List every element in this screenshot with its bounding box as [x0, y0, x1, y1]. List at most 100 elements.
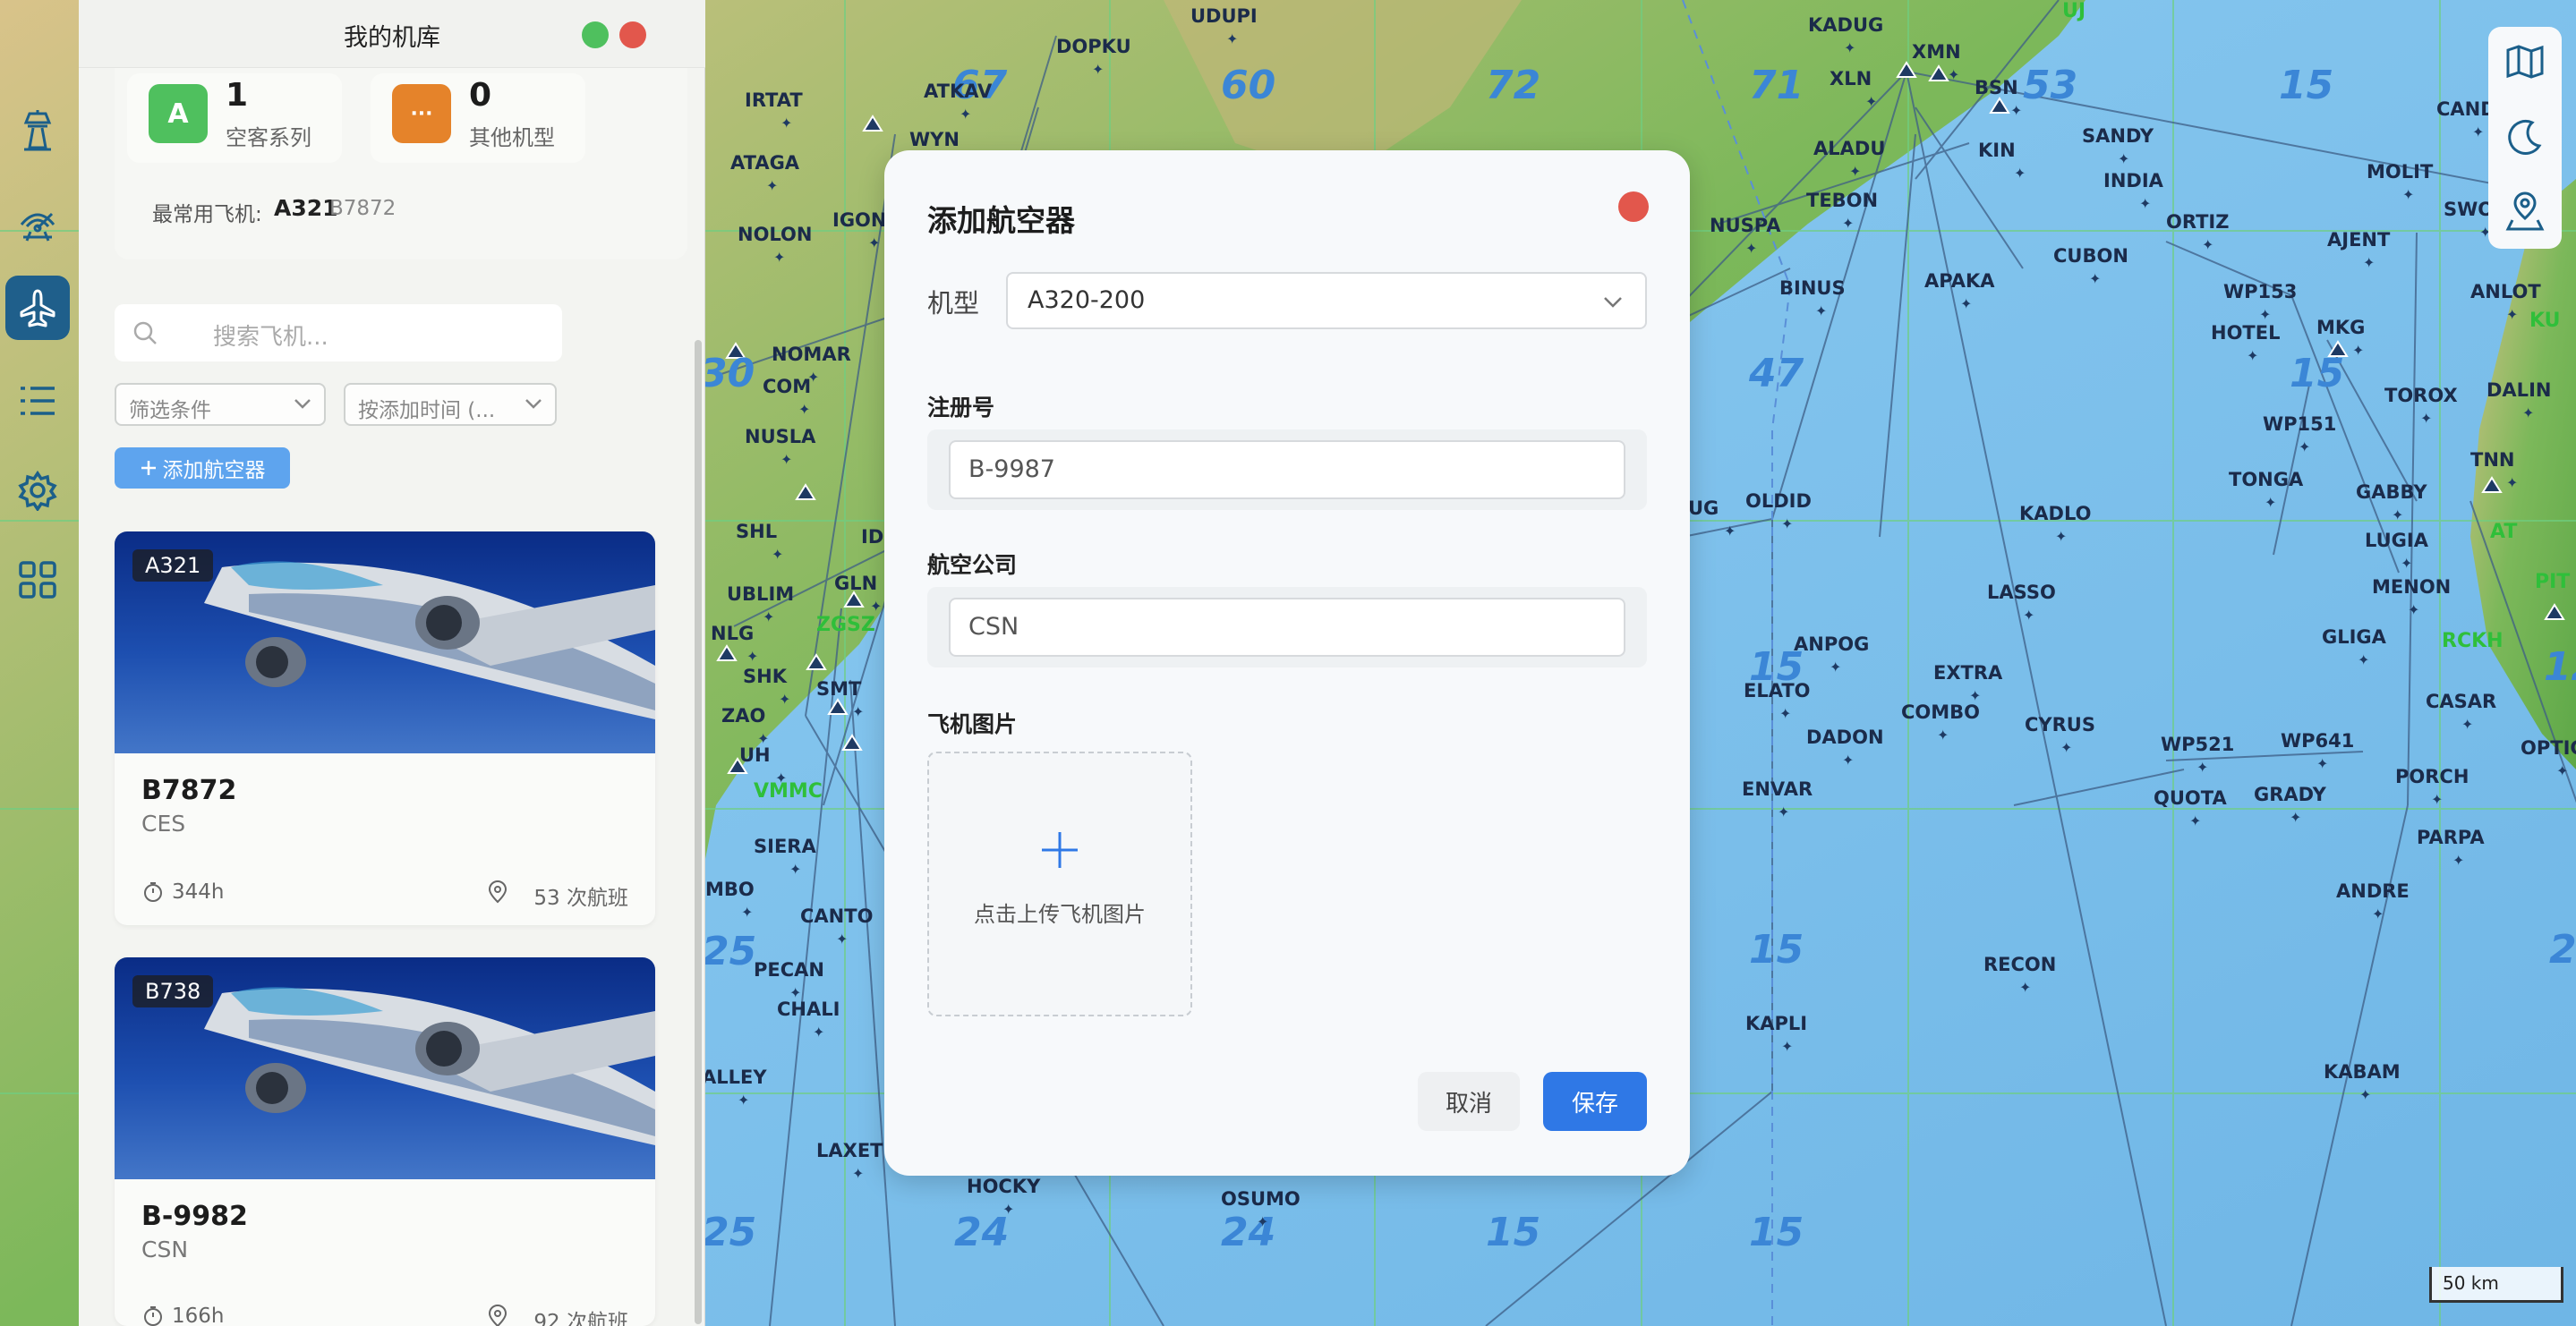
- map-waypoint-label: GRADY: [2254, 784, 2326, 805]
- search-placeholder: 搜索飞机...: [213, 324, 328, 351]
- aircraft-type-value: A320-200: [1028, 286, 1146, 314]
- aircraft-type-tag: B738: [132, 975, 214, 1007]
- waypoint-marker-icon: ✦: [2352, 342, 2365, 359]
- sort-select[interactable]: 按添加时间 (...: [344, 383, 557, 426]
- night-mode-button[interactable]: [2499, 111, 2551, 163]
- map-grid-mora: 71: [1749, 63, 1804, 108]
- airline-input[interactable]: CSN: [949, 598, 1625, 657]
- map-waypoint-label: MBO: [705, 879, 755, 900]
- map-waypoint-label: AJENT: [2327, 229, 2391, 251]
- map-waypoint-label: DADON: [1806, 727, 1884, 748]
- locate-button[interactable]: [2499, 186, 2551, 238]
- panel-scrollbar[interactable]: [695, 340, 702, 1324]
- waypoint-marker-icon: ✦: [741, 904, 754, 921]
- map-waypoint-label: ANPOG: [1794, 633, 1870, 655]
- map-waypoint-label: NLG: [711, 623, 755, 644]
- panel-close-button[interactable]: [619, 21, 646, 48]
- waypoint-marker-icon: ✦: [2522, 404, 2535, 421]
- map-waypoint-label: PORCH: [2395, 766, 2469, 787]
- stat-label: 其他机型: [469, 125, 555, 150]
- location-pin-icon: [488, 880, 508, 904]
- waypoint-marker-icon: ✦: [852, 703, 865, 720]
- waypoint-marker-icon: ✦: [2461, 716, 2474, 733]
- waypoint-marker-icon: ✦: [766, 177, 779, 194]
- map-grid-mora: 72: [1486, 63, 1541, 108]
- nav-aircraft-button[interactable]: [5, 276, 70, 340]
- flight-count: 92 次航班: [533, 1311, 628, 1326]
- nav-radar-button[interactable]: [5, 190, 70, 254]
- map-icon: [2506, 45, 2544, 79]
- waypoint-marker-icon: ✦: [2196, 759, 2209, 776]
- airplane-icon: [20, 289, 55, 327]
- waypoint-marker-icon: ✦: [1948, 66, 1960, 83]
- map-waypoint-label: LAXET: [816, 1140, 883, 1161]
- waypoint-marker-icon: ✦: [2401, 555, 2413, 572]
- filter-select[interactable]: 筛选条件: [115, 383, 326, 426]
- waypoint-marker-icon: ✦: [2023, 607, 2035, 624]
- upload-plus-wrap: [929, 830, 1190, 873]
- filter-select-label: 筛选条件: [129, 399, 211, 422]
- registration-label: 注册号: [927, 395, 995, 421]
- aircraft-registration: B7872: [141, 775, 237, 806]
- waypoint-marker-icon: ✦: [2290, 809, 2302, 826]
- waypoint-marker-icon: ✦: [1778, 803, 1790, 820]
- waypoint-marker-icon: ✦: [2408, 601, 2420, 618]
- map-waypoint-label: KADUG: [1808, 14, 1884, 36]
- search-icon: [133, 321, 157, 344]
- stat-count: 1: [226, 77, 249, 114]
- map-layer-button[interactable]: [2499, 36, 2551, 88]
- nav-apps-button[interactable]: [5, 548, 70, 612]
- stat-other: ··· 0 其他机型: [371, 73, 585, 163]
- map-waypoint-label: ALLEY: [702, 1067, 767, 1088]
- waypoint-marker-icon: ✦: [1781, 515, 1794, 532]
- aircraft-type-select[interactable]: A320-200: [1006, 272, 1647, 329]
- airline-field-wrap: CSN: [927, 587, 1647, 667]
- waypoint-marker-icon: ✦: [738, 1092, 750, 1109]
- add-aircraft-button[interactable]: 添加航空器: [115, 447, 290, 489]
- registration-input[interactable]: B-9987: [949, 440, 1625, 499]
- waypoint-marker-icon: ✦: [1849, 163, 1862, 180]
- nav-list-button[interactable]: [5, 369, 70, 433]
- stat-airbus: A 1 空客系列: [127, 73, 342, 163]
- aircraft-search-input[interactable]: 搜索飞机...: [115, 304, 562, 361]
- map-grid-mora: 53: [2023, 63, 2078, 108]
- waypoint-marker-icon: ✦: [1781, 1038, 1794, 1055]
- waypoint-marker-icon: ✦: [2363, 254, 2376, 271]
- map-waypoint-label: NUSPA: [1710, 215, 1781, 236]
- map-waypoint-label: WP641: [2281, 730, 2355, 752]
- sort-select-label: 按添加时间 (...: [358, 399, 496, 422]
- map-waypoint-label: COMBO: [1901, 701, 1981, 723]
- map-waypoint-label: RECON: [1983, 954, 2057, 975]
- map-waypoint-label: CANTO: [800, 905, 874, 927]
- nav-tower-button[interactable]: [5, 98, 70, 163]
- map-waypoint-label: TOROX: [2384, 385, 2458, 406]
- waypoint-marker-icon: ✦: [2089, 270, 2102, 287]
- map-waypoint-label: WP521: [2161, 734, 2235, 755]
- stats-card: A 1 空客系列 ··· 0 其他机型 最常用飞机: A321 B7872: [115, 68, 687, 259]
- map-waypoint-label: OSUMO: [1221, 1188, 1301, 1210]
- map-waypoint-label: KAPLI: [1745, 1013, 1808, 1034]
- aircraft-card[interactable]: B738 B-9982 CSN 166h 92 次航班: [115, 957, 655, 1326]
- map-waypoint-label: ENVAR: [1742, 778, 1813, 800]
- airline-value: CSN: [968, 613, 1019, 641]
- cancel-button[interactable]: 取消: [1418, 1072, 1520, 1131]
- waypoint-marker-icon: ✦: [2265, 494, 2277, 511]
- map-waypoint-label: BINUS: [1779, 277, 1846, 299]
- map-waypoint-label: KADLO: [2019, 503, 2092, 524]
- waypoint-marker-icon: ✦: [836, 931, 849, 948]
- flight-hours: 344h: [172, 880, 225, 904]
- map-waypoint-label: COM: [763, 376, 812, 397]
- dialog-close-button[interactable]: [1618, 191, 1649, 222]
- waypoint-marker-icon: ✦: [2372, 905, 2384, 922]
- image-upload-dropzone[interactable]: 点击上传飞机图片: [927, 752, 1192, 1016]
- map-waypoint-label: NOLON: [738, 224, 813, 245]
- panel-minimize-button[interactable]: [582, 21, 609, 48]
- nav-settings-button[interactable]: [5, 458, 70, 523]
- save-button[interactable]: 保存: [1543, 1072, 1647, 1131]
- map-airport-label: VMMC: [754, 780, 823, 803]
- map-waypoint-label: XLN: [1830, 68, 1872, 89]
- frequent-label: 最常用飞机:: [152, 203, 262, 226]
- aircraft-card[interactable]: A321 B7872 CES 344h 53 次航班: [115, 531, 655, 925]
- garage-title: 我的机库: [344, 24, 440, 52]
- waypoint-marker-icon: ✦: [1842, 752, 1855, 769]
